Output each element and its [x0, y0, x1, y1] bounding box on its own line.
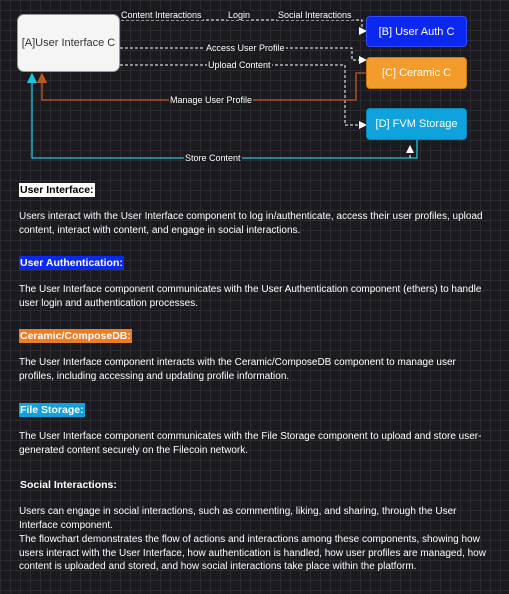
- label-manage-user-profile: Manage User Profile: [169, 95, 254, 105]
- label-store-content: Store Content: [184, 153, 242, 163]
- section-body: Users can engage in social interactions,…: [19, 506, 457, 531]
- section-body: The User Interface component interacts w…: [19, 357, 456, 382]
- section-file-storage: File Storage: The User Interface compone…: [19, 400, 491, 457]
- label-access-user-profile: Access User Profile: [205, 43, 286, 53]
- node-user-interface[interactable]: [A]User Interface C: [17, 14, 120, 72]
- section-body: The User Interface component communicate…: [19, 284, 482, 309]
- section-heading: File Storage:: [19, 403, 85, 417]
- section-user-authentication: User Authentication: The User Interface …: [19, 253, 491, 310]
- section-user-interface: User Interface: Users interact with the …: [19, 180, 491, 237]
- section-heading: Ceramic/ComposeDB:: [19, 329, 132, 343]
- label-login: Login: [227, 10, 252, 20]
- edge-store-content: [26, 72, 418, 159]
- section-body: Users interact with the User Interface c…: [19, 211, 483, 236]
- section-heading: Social Interactions:: [20, 479, 117, 491]
- summary-text: The flowchart demonstrates the flow of a…: [19, 534, 486, 572]
- flowchart: [A]User Interface C [B] User Auth C [C] …: [0, 0, 509, 175]
- section-heading: User Interface:: [19, 183, 95, 197]
- label-upload-content: Upload Content: [207, 60, 272, 70]
- section-heading: User Authentication:: [19, 256, 124, 270]
- node-user-auth[interactable]: [B] User Auth C: [366, 16, 467, 47]
- section-ceramic: Ceramic/ComposeDB: The User Interface co…: [19, 326, 491, 383]
- label-social-interactions: Social Interactions: [277, 10, 353, 20]
- node-fvm-storage[interactable]: [D] FVM Storage: [366, 108, 467, 140]
- section-body: The User Interface component communicate…: [19, 431, 482, 456]
- section-social-interactions: Social Interactions: Users can engage in…: [19, 475, 491, 532]
- node-ceramic[interactable]: [C] Ceramic C: [366, 57, 467, 89]
- label-content-interactions: Content Interactions: [120, 10, 203, 20]
- summary: The flowchart demonstrates the flow of a…: [19, 533, 491, 574]
